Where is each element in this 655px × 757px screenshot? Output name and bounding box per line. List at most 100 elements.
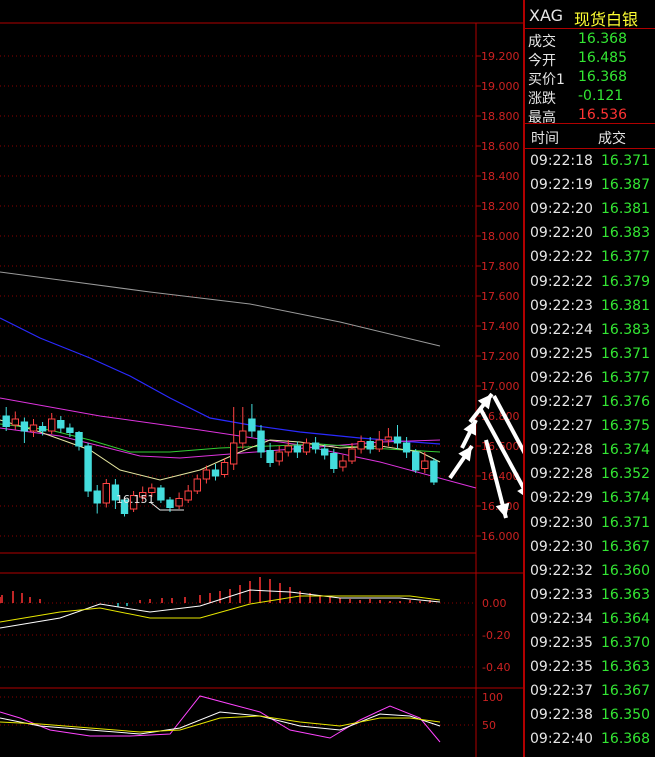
y-tick-label: 17.400: [481, 320, 520, 333]
tick-row[interactable]: 09:22:27 16.375: [525, 415, 655, 439]
ticks-header: 时间 成交: [525, 126, 655, 148]
tick-row[interactable]: 09:22:32 16.360: [525, 560, 655, 584]
tick-row[interactable]: 09:22:25 16.371: [525, 343, 655, 367]
candle-body: [211, 469, 220, 477]
candle-body: [66, 427, 74, 433]
candle-body: [75, 432, 83, 447]
tick-time: 09:22:32: [530, 562, 593, 579]
tick-row[interactable]: 09:22:23 16.381: [525, 295, 655, 319]
tick-row[interactable]: 09:22:30 16.371: [525, 512, 655, 536]
tick-row[interactable]: 09:22:33 16.363: [525, 584, 655, 608]
tick-price: 16.377: [601, 249, 650, 266]
y-tick-label: 18.200: [481, 200, 520, 213]
candle-body: [230, 442, 238, 465]
y-tick-label: 17.200: [481, 350, 520, 363]
tick-row[interactable]: 09:22:24 16.383: [525, 319, 655, 343]
quote-row: 涨跌 -0.121: [525, 87, 655, 107]
tick-row[interactable]: 09:22:20 16.381: [525, 198, 655, 222]
tick-row[interactable]: 09:22:22 16.379: [525, 271, 655, 295]
tick-time: 09:22:23: [530, 297, 593, 314]
y-tick-label: 18.000: [481, 230, 520, 243]
tick-row[interactable]: 09:22:30 16.367: [525, 536, 655, 560]
ma-line-blue: [0, 317, 441, 445]
tick-price: 16.371: [601, 514, 650, 531]
quote-row: 买价1 16.368: [525, 68, 655, 88]
tick-time: 09:22:22: [530, 273, 593, 290]
low-price-label: 16.151: [116, 493, 155, 506]
tick-price: 16.381: [601, 297, 650, 314]
quote-label: 涨跌: [528, 91, 556, 107]
tick-time: 09:22:18: [530, 153, 593, 169]
divider: [525, 123, 655, 124]
tick-row[interactable]: 09:22:29 16.374: [525, 487, 655, 511]
tick-price: 16.367: [601, 538, 650, 555]
tick-row[interactable]: 09:22:35 16.363: [525, 656, 655, 680]
tick-time: 09:22:25: [530, 345, 593, 362]
tick-time: 09:22:40: [530, 731, 593, 748]
tick-row[interactable]: 09:22:37 16.367: [525, 680, 655, 704]
candle-body: [375, 439, 384, 450]
tick-time: 09:22:29: [530, 490, 593, 507]
candle-body: [412, 451, 420, 471]
tick-time: 09:22:37: [530, 683, 593, 700]
candle-body: [148, 487, 156, 493]
candle-body: [193, 478, 202, 492]
kdj-d-line: [0, 715, 441, 733]
quote-row: 今开 16.485: [525, 49, 655, 69]
quote-value: 16.368: [578, 31, 627, 47]
tick-price: 16.368: [601, 731, 650, 748]
divider: [525, 28, 655, 29]
candle-body: [175, 498, 183, 507]
candle-body: [275, 451, 283, 462]
candle-body: [11, 418, 20, 426]
candle-body: [220, 462, 229, 475]
tick-row[interactable]: 09:22:19 16.387: [525, 174, 655, 198]
tick-row[interactable]: 09:22:18 16.371: [525, 150, 655, 174]
tick-price: 16.374: [601, 442, 650, 459]
tick-row[interactable]: 09:22:28 16.352: [525, 463, 655, 487]
tick-price: 16.371: [601, 153, 650, 169]
tick-price: 16.364: [601, 610, 650, 627]
candle-body: [402, 442, 411, 453]
candle-body: [321, 448, 329, 456]
tick-row[interactable]: 09:22:35 16.370: [525, 632, 655, 656]
quote-header: XAG 现货白银: [525, 4, 655, 29]
y-tick-label: 18.600: [481, 140, 520, 153]
tick-price: 16.352: [601, 466, 650, 483]
tick-row[interactable]: 09:22:26 16.377: [525, 367, 655, 391]
quote-panel: XAG 现货白银 成交 16.368 今开 16.485 买价1 16.368 涨跌 -0.1…: [523, 0, 655, 757]
tick-price: 16.374: [601, 490, 650, 507]
candle-body: [366, 441, 374, 450]
candle-body: [384, 436, 393, 441]
ticks-price-header: 成交: [598, 131, 626, 147]
candle-body: [248, 418, 256, 432]
macd-tick-label: -0.40: [482, 661, 510, 674]
quote-label: 最高: [528, 110, 556, 126]
tick-price: 16.383: [601, 225, 650, 242]
candle-body: [357, 441, 365, 450]
y-tick-label: 16.000: [481, 530, 520, 543]
tick-price: 16.375: [601, 418, 650, 435]
tick-row[interactable]: 09:22:40 16.368: [525, 728, 655, 752]
tick-price: 16.367: [601, 683, 650, 700]
tick-row[interactable]: 09:22:28 16.374: [525, 439, 655, 463]
candle-body: [184, 490, 192, 501]
kline-chart: 19.200 19.000 18.800 18.600 18.400 18.200 18.0…: [0, 22, 523, 757]
tick-row[interactable]: 09:22:20 16.383: [525, 222, 655, 246]
tick-row[interactable]: 09:22:34 16.364: [525, 608, 655, 632]
tick-price: 16.370: [601, 635, 650, 651]
tick-price: 16.377: [601, 369, 650, 386]
tick-price: 16.376: [601, 394, 650, 410]
tick-time: 09:22:24: [530, 321, 593, 338]
candle-body: [202, 469, 211, 480]
divider: [525, 148, 655, 149]
tick-row[interactable]: 09:22:22 16.377: [525, 246, 655, 270]
tick-row[interactable]: 09:22:27 16.376: [525, 391, 655, 415]
candle-body: [284, 445, 293, 453]
y-tick-label: 18.400: [481, 170, 520, 183]
quote-value: -0.121: [578, 88, 624, 104]
candle-body: [239, 430, 247, 444]
candle-body: [302, 442, 311, 453]
tick-row[interactable]: 09:22:38 16.350: [525, 704, 655, 728]
tick-time: 09:22:19: [530, 177, 593, 194]
